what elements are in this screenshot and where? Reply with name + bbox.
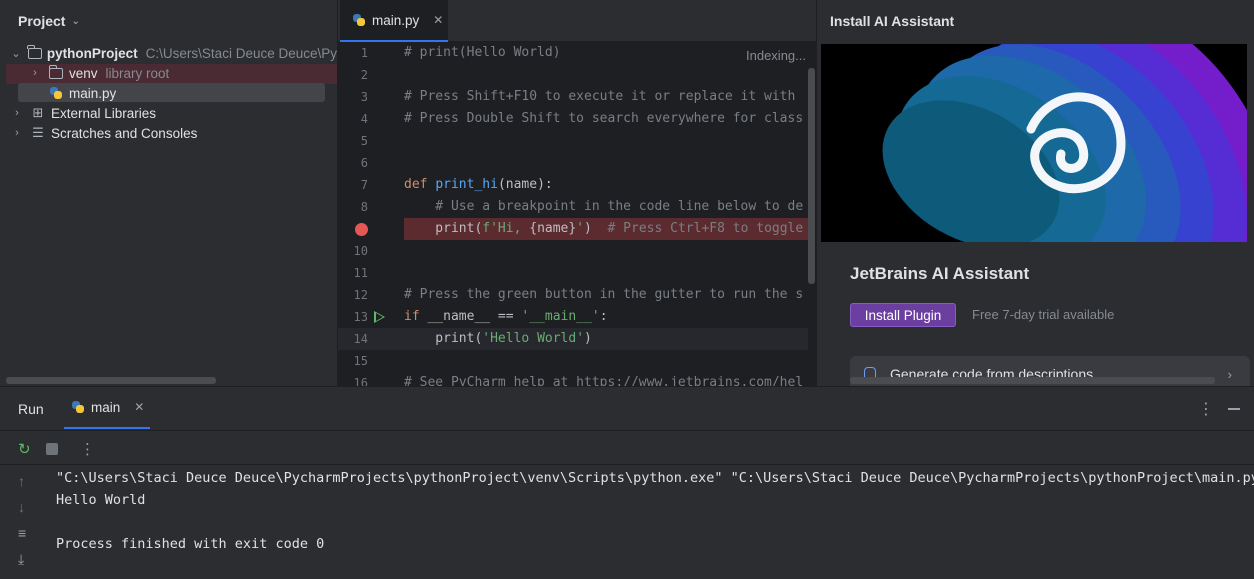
line-number: 4	[360, 112, 368, 126]
arrow-up-icon[interactable]: ↑	[18, 473, 25, 489]
tree-item-label: venv	[69, 65, 98, 81]
python-file-icon	[46, 86, 66, 100]
tab-label: main.py	[372, 12, 420, 28]
python-file-icon	[71, 400, 85, 414]
soft-wrap-icon[interactable]: ≡	[18, 525, 26, 541]
line-number: 5	[360, 134, 368, 148]
line-number: 15	[353, 354, 368, 368]
code-line: # print(Hello World)	[404, 45, 561, 60]
tree-item-label: Scratches and Consoles	[51, 125, 198, 141]
run-toolbar: ↻ ⋮	[0, 430, 1254, 465]
code-area[interactable]: # print(Hello World) # Press Shift+F10 t…	[404, 42, 808, 386]
panel-title: Install AI Assistant	[830, 13, 955, 29]
python-file-icon	[352, 13, 366, 27]
line-number: 12	[353, 288, 368, 302]
ai-assistant-panel: Install AI Assistant JetBrains AI Assist…	[816, 0, 1254, 392]
tab-label: main	[91, 399, 121, 415]
code-line: if __name__ == '__main__':	[404, 309, 608, 324]
trial-note: Free 7-day trial available	[972, 307, 1115, 322]
line-number: 13	[353, 310, 368, 324]
code-line: print('Hello World')	[404, 331, 592, 346]
tree-item-external-libraries[interactable]: › ⊞ External Libraries	[6, 103, 156, 123]
line-number: 6	[360, 156, 368, 170]
scroll-to-end-icon[interactable]: ⤓	[18, 551, 24, 568]
chevron-right-icon[interactable]: ›	[24, 67, 46, 79]
line-number: 14	[353, 332, 368, 346]
line-number-gutter[interactable]: 1 2 3 4 5 6 7 8 10 11 12 13 14 15 16	[338, 42, 404, 390]
chevron-right-icon[interactable]: ›	[6, 107, 28, 119]
console-line: "C:\Users\Staci Deuce Deuce\PycharmProje…	[56, 470, 1254, 486]
code-line: # Press Double Shift to search everywher…	[404, 111, 804, 126]
code-line: # Use a breakpoint in the code line belo…	[404, 199, 804, 214]
console-line: Process finished with exit code 0	[56, 536, 325, 552]
tree-item-label: External Libraries	[51, 105, 157, 121]
close-icon[interactable]: ✕	[433, 13, 443, 27]
tree-item-pythonproject[interactable]: ⌄ pythonProject C:\Users\Staci Deuce Deu…	[6, 43, 337, 63]
code-line: print(f'Hi, {name}') # Press Ctrl+F8 to …	[404, 221, 804, 236]
tree-item-label: pythonProject	[46, 45, 138, 61]
line-number: 7	[360, 178, 368, 192]
line-number: 10	[353, 244, 368, 258]
tree-item-label: main.py	[69, 85, 117, 101]
line-number: 1	[360, 46, 368, 60]
tab-main[interactable]: main ✕	[64, 387, 150, 429]
more-options-icon[interactable]: ⋮	[80, 440, 95, 458]
code-line: # Press the green button in the gutter t…	[404, 287, 804, 302]
close-icon[interactable]: ✕	[134, 400, 144, 414]
console-side-toolbar: ↑ ↓ ≡ ⤓	[0, 465, 46, 579]
code-line: # See PyCharm help at https://www.jetbra…	[404, 375, 804, 386]
indexing-status: Indexing...	[746, 48, 806, 63]
line-number: 11	[353, 266, 368, 280]
chevron-down-icon[interactable]: ⌄	[6, 47, 26, 60]
horizontal-scrollbar[interactable]	[6, 377, 216, 384]
project-view-selector[interactable]: Project ⌄	[0, 0, 337, 42]
line-number: 3	[360, 90, 368, 104]
stop-icon[interactable]	[46, 443, 58, 455]
breakpoint-icon[interactable]	[355, 223, 368, 236]
line-number: 2	[360, 68, 368, 82]
tree-item-main-py[interactable]: main.py	[46, 83, 116, 103]
tab-main-py[interactable]: main.py ✕	[340, 0, 448, 42]
tree-item-path: C:\Users\Staci Deuce Deuce\Py	[145, 45, 337, 61]
line-number: 8	[360, 200, 368, 214]
editor-tab-bar: main.py ✕	[338, 0, 816, 42]
vertical-scrollbar[interactable]	[808, 68, 815, 284]
library-icon: ⊞	[32, 105, 44, 120]
ai-assistant-title: JetBrains AI Assistant	[850, 264, 1030, 283]
run-tab-bar: Run main ✕ ⋮	[0, 387, 1254, 429]
chevron-right-icon: ›	[1227, 366, 1232, 382]
ai-assistant-banner-image	[821, 44, 1252, 242]
minimize-icon[interactable]	[1228, 408, 1240, 410]
tree-item-scratches[interactable]: › ☰ Scratches and Consoles	[6, 123, 197, 143]
more-options-icon[interactable]: ⋮	[1198, 399, 1214, 419]
run-gutter-icon[interactable]	[374, 311, 385, 323]
project-tool-window: Project ⌄ ⌄ pythonProject C:\Users\Staci…	[0, 0, 338, 386]
install-plugin-button[interactable]: Install Plugin	[850, 303, 956, 327]
chevron-right-icon[interactable]: ›	[6, 127, 28, 139]
rerun-icon[interactable]: ↻	[18, 440, 31, 458]
scratches-icon: ☰	[32, 125, 44, 140]
run-tool-window: Run main ✕ ⋮ ↻ ⋮ ↑ ↓ ≡ ⤓ "C:\Users\Staci…	[0, 386, 1254, 579]
arrow-down-icon[interactable]: ↓	[18, 499, 25, 515]
horizontal-scrollbar[interactable]	[850, 377, 1215, 384]
tree-item-venv[interactable]: › venv library root	[24, 63, 169, 83]
console-output[interactable]: "C:\Users\Staci Deuce Deuce\PycharmProje…	[56, 467, 1254, 555]
chevron-down-icon: ⌄	[71, 15, 80, 27]
folder-icon	[46, 64, 66, 79]
code-line: # Press Shift+F10 to execute it or repla…	[404, 89, 796, 104]
tree-item-sub: library root	[105, 65, 170, 81]
code-line: def print_hi(name):	[404, 177, 553, 192]
console-line: Hello World	[56, 492, 146, 508]
folder-icon	[26, 44, 44, 59]
run-title: Run	[18, 401, 44, 417]
project-title: Project	[18, 13, 66, 29]
editor: main.py ✕ 1 2 3 4 5 6 7 8 10 11 12 13 14…	[338, 0, 816, 390]
